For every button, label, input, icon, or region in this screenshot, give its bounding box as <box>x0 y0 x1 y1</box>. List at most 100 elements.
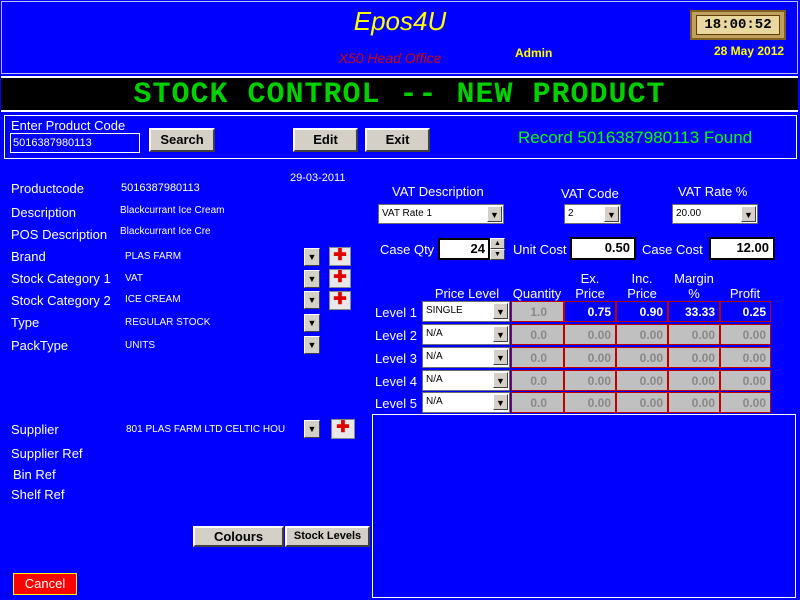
packtype-dropdown-button[interactable]: ▼ <box>304 336 320 354</box>
chevron-down-icon: ▼ <box>493 372 508 388</box>
record-date: 29-03-2011 <box>290 172 346 184</box>
stock-levels-button[interactable]: Stock Levels <box>285 526 370 547</box>
level-5-price-level-value: N/A <box>426 396 443 407</box>
exit-button[interactable]: Exit <box>365 128 430 152</box>
brand-label: Brand <box>11 249 46 264</box>
level-4-quantity[interactable]: 0.0 <box>511 370 564 391</box>
shelf-ref-label: Shelf Ref <box>11 487 65 502</box>
status-message: Record 5016387980113 Found <box>518 128 753 147</box>
stock-category2-dropdown-button[interactable]: ▼ <box>304 291 320 309</box>
level-1-profit[interactable]: 0.25 <box>720 301 771 322</box>
supplier-label: Supplier <box>11 422 59 437</box>
stock-category2-value: ICE CREAM <box>125 294 181 305</box>
case-cost-input[interactable]: 12.00 <box>709 237 775 260</box>
level-2-inc-price[interactable]: 0.00 <box>616 324 668 345</box>
add-stock-category1-button[interactable]: ✚ <box>329 269 351 288</box>
description-label: Description <box>11 205 77 220</box>
level-4-price-level-select[interactable]: N/A ▼ <box>422 370 510 391</box>
clock-display: 18:00:52 <box>690 10 786 40</box>
product-code-label: Enter Product Code <box>11 118 126 133</box>
chevron-down-icon: ▼ <box>493 394 508 410</box>
level-4-profit[interactable]: 0.00 <box>720 370 771 391</box>
notes-panel[interactable] <box>372 414 796 598</box>
description-value[interactable]: Blackcurrant Ice Cream <box>120 205 224 216</box>
add-brand-button[interactable]: ✚ <box>329 247 351 266</box>
level-4-label: Level 4 <box>375 374 417 389</box>
level-3-label: Level 3 <box>375 351 417 366</box>
chevron-down-icon: ▼ <box>493 349 508 365</box>
case-qty-input[interactable]: 24 <box>438 238 490 260</box>
productcode-label: Productcode <box>11 181 84 196</box>
level-3-margin[interactable]: 0.00 <box>668 347 720 368</box>
unit-cost-label: Unit Cost <box>513 242 567 257</box>
level-2-price-level-select[interactable]: N/A ▼ <box>422 324 510 345</box>
level-5-quantity[interactable]: 0.0 <box>511 392 564 413</box>
add-stock-category2-button[interactable]: ✚ <box>329 291 351 310</box>
level-5-price-level-select[interactable]: N/A ▼ <box>422 392 510 413</box>
vat-description-select[interactable]: VAT Rate 1 ▼ <box>378 204 504 224</box>
type-label: Type <box>11 315 40 330</box>
pos-description-value[interactable]: Blackcurrant Ice Cre <box>120 226 211 237</box>
level-3-price-level-select[interactable]: N/A ▼ <box>422 347 510 368</box>
level-2-margin[interactable]: 0.00 <box>668 324 720 345</box>
level-2-price-level-value: N/A <box>426 328 443 339</box>
margin-header-line1: Margin <box>674 271 714 286</box>
level-5-margin[interactable]: 0.00 <box>668 392 720 413</box>
level-3-ex-price[interactable]: 0.00 <box>564 347 616 368</box>
level-2-quantity[interactable]: 0.0 <box>511 324 564 345</box>
level-1-ex-price[interactable]: 0.75 <box>564 301 616 322</box>
level-3-profit[interactable]: 0.00 <box>720 347 771 368</box>
vat-code-value: 2 <box>568 208 574 219</box>
edit-button[interactable]: Edit <box>293 128 358 152</box>
type-dropdown-button[interactable]: ▼ <box>304 314 320 332</box>
product-code-input[interactable]: 5016387980113 <box>10 133 140 153</box>
pos-description-label: POS Description <box>11 227 108 242</box>
add-supplier-button[interactable]: ✚ <box>331 419 355 439</box>
title-banner: STOCK CONTROL -- NEW PRODUCT <box>1 76 798 112</box>
banner-text: STOCK CONTROL -- NEW PRODUCT <box>133 78 666 112</box>
vat-rate-label: VAT Rate % <box>678 184 748 199</box>
chevron-down-icon: ▼ <box>493 326 508 342</box>
brand-dropdown-button[interactable]: ▼ <box>304 248 320 266</box>
supplier-value: 801 PLAS FARM LTD CELTIC HOU <box>126 424 286 435</box>
level-5-profit[interactable]: 0.00 <box>720 392 771 413</box>
cancel-button[interactable]: Cancel <box>13 573 77 595</box>
unit-cost-input[interactable]: 0.50 <box>570 237 636 260</box>
level-3-quantity[interactable]: 0.0 <box>511 347 564 368</box>
level-4-ex-price[interactable]: 0.00 <box>564 370 616 391</box>
margin-header-line2: % <box>688 286 700 301</box>
header-date: 28 May 2012 <box>714 44 785 58</box>
chevron-down-icon: ▼ <box>487 206 502 222</box>
level-2-profit[interactable]: 0.00 <box>720 324 771 345</box>
level-2-ex-price[interactable]: 0.00 <box>564 324 616 345</box>
level-5-label: Level 5 <box>375 396 417 411</box>
search-button[interactable]: Search <box>149 128 215 152</box>
ex-price-header-line2: Price <box>575 286 605 301</box>
productcode-value: 5016387980113 <box>121 182 200 194</box>
supplier-dropdown-button[interactable]: ▼ <box>304 420 320 438</box>
level-1-price-level-select[interactable]: SINGLE ▼ <box>422 301 510 322</box>
vat-rate-value: 20.00 <box>676 208 702 219</box>
vat-rate-select[interactable]: 20.00 ▼ <box>672 204 758 224</box>
case-qty-spinner-down[interactable]: ▼ <box>490 249 505 260</box>
level-3-inc-price[interactable]: 0.00 <box>616 347 668 368</box>
level-4-price-level-value: N/A <box>426 374 443 385</box>
level-1-inc-price[interactable]: 0.90 <box>616 301 668 322</box>
level-1-quantity[interactable]: 1.0 <box>511 301 564 322</box>
level-1-margin[interactable]: 33.33 <box>668 301 720 322</box>
stock-category1-label: Stock Category 1 <box>11 271 111 286</box>
case-qty-spinner-up[interactable]: ▲ <box>490 238 505 249</box>
level-5-inc-price[interactable]: 0.00 <box>616 392 668 413</box>
level-5-ex-price[interactable]: 0.00 <box>564 392 616 413</box>
clock-time: 18:00:52 <box>696 15 780 35</box>
vat-code-select[interactable]: 2 ▼ <box>564 204 621 224</box>
level-4-margin[interactable]: 0.00 <box>668 370 720 391</box>
ex-price-header-line1: Ex. <box>580 271 600 286</box>
level-4-inc-price[interactable]: 0.00 <box>616 370 668 391</box>
profit-header: Profit <box>729 286 761 301</box>
vat-description-value: VAT Rate 1 <box>382 208 433 219</box>
vat-code-label: VAT Code <box>561 186 619 201</box>
colours-button[interactable]: Colours <box>193 526 284 547</box>
stock-category1-dropdown-button[interactable]: ▼ <box>304 270 320 288</box>
inc-price-header-line1: Inc. <box>631 271 653 286</box>
